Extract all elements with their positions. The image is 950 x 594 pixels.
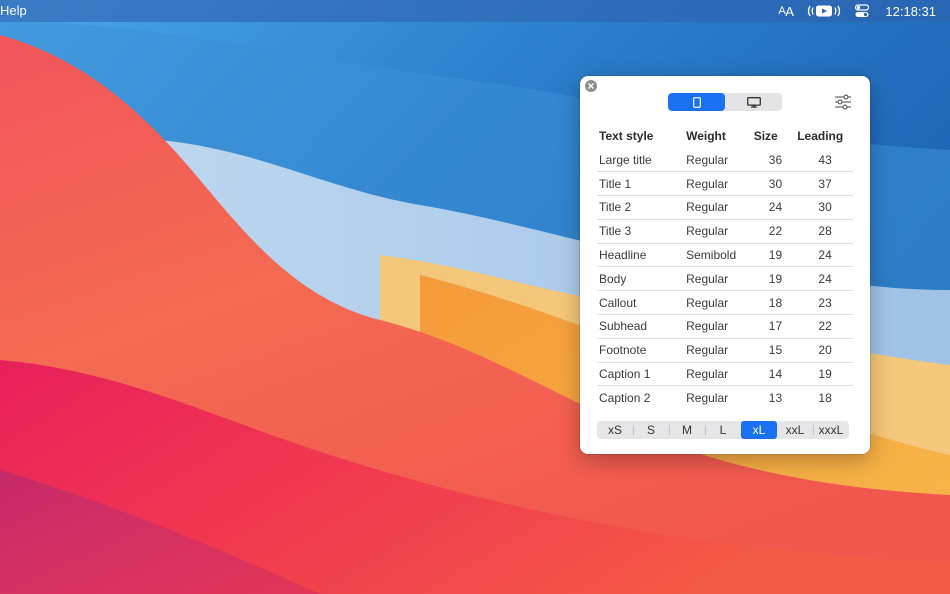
cell-weight: Regular (686, 152, 729, 167)
cell-size: 22 (753, 218, 798, 244)
size-option-xxxl[interactable]: xxxL (813, 421, 849, 439)
cell-size: 36 (768, 152, 783, 167)
cell-leading: 37 (797, 171, 853, 196)
table-row: Large title Regular 36 43 (597, 148, 853, 172)
column-header-text-style: Text style (599, 129, 654, 143)
table-row: Title 2 Regular 24 30 (597, 195, 853, 220)
table-row: Caption 2 Regular 13 18 (597, 385, 853, 410)
size-option-xs[interactable]: xS (597, 421, 633, 439)
text-styles-popover: Text style Weight Size Leading Large tit… (580, 76, 870, 454)
cell-leading: 24 (797, 242, 853, 267)
cell-text-style: Title 3 (597, 218, 685, 244)
table-row: Title 3 Regular 22 28 (597, 218, 853, 244)
menu-help[interactable]: Help (0, 3, 27, 18)
text-size-icon[interactable]: AA (778, 3, 794, 19)
cell-leading: 24 (797, 266, 853, 291)
cell-text-style: Body (597, 266, 685, 291)
cell-text-style: Subhead (597, 314, 685, 339)
tab-desktop[interactable] (725, 93, 782, 111)
tab-iphone[interactable] (668, 93, 725, 111)
table-row: Footnote Regular 15 20 (597, 337, 853, 363)
device-segmented-control (668, 93, 782, 111)
cell-leading: 23 (797, 290, 853, 315)
cell-text-style: Title 1 (597, 171, 685, 196)
desktop-icon (746, 96, 761, 108)
cell-leading: 30 (797, 195, 853, 220)
cell-weight: Regular (684, 314, 754, 339)
table-row: Caption 1 Regular 14 19 (597, 361, 853, 386)
cell-weight: Regular (684, 361, 754, 386)
table-row: Title 1 Regular 30 37 (597, 171, 853, 196)
menu-bar: Help AA 12:18:31 (0, 0, 950, 22)
cell-leading: 18 (797, 385, 853, 410)
cell-leading: 43 (818, 152, 832, 167)
cell-text-style: Title 2 (597, 195, 685, 220)
cell-weight: Regular (684, 218, 754, 244)
cell-leading: 22 (797, 314, 853, 339)
settings-button[interactable] (834, 94, 852, 110)
now-playing-icon[interactable] (807, 3, 841, 19)
column-header-size: Size (753, 129, 778, 143)
menu-bar-clock[interactable]: 12:18:31 (885, 4, 936, 19)
size-option-xl[interactable]: xL (741, 421, 777, 439)
cell-size: 18 (753, 290, 798, 315)
cell-text-style: Headline (597, 242, 685, 267)
table-row: Body Regular 19 24 (597, 266, 853, 291)
cell-text-style: Caption 1 (597, 361, 685, 386)
menu-bar-extras: AA 12:18:31 (778, 0, 936, 22)
cell-text-style: Large title (599, 152, 652, 167)
cell-weight: Regular (684, 290, 754, 315)
close-button[interactable] (585, 80, 597, 92)
size-option-l[interactable]: L (705, 421, 741, 439)
cell-leading: 19 (797, 361, 853, 386)
close-icon (588, 83, 594, 89)
cell-weight: Regular (684, 385, 754, 410)
cell-weight: Regular (684, 195, 754, 220)
cell-size: 14 (753, 361, 798, 386)
cell-weight: Regular (684, 171, 754, 196)
cell-weight: Regular (684, 337, 754, 363)
cell-weight: Regular (684, 266, 754, 291)
cell-leading: 28 (797, 218, 853, 244)
cell-size: 19 (753, 266, 798, 291)
cell-text-style: Callout (597, 290, 685, 315)
size-option-xxl[interactable]: xxL (777, 421, 813, 439)
cell-size: 13 (753, 385, 798, 410)
table-header-row: Text style Weight Size Leading (597, 124, 853, 148)
cell-text-style: Caption 2 (597, 385, 685, 410)
cell-size: 17 (753, 314, 798, 339)
text-styles-table: Text style Weight Size Leading Large tit… (597, 124, 853, 410)
cell-size: 19 (753, 242, 798, 267)
size-option-s[interactable]: S (633, 421, 669, 439)
table-row: Subhead Regular 17 22 (597, 314, 853, 339)
cell-leading: 20 (797, 337, 853, 363)
dynamic-type-size-selector: xS S M LxL xxL xxxL (597, 421, 849, 439)
cell-size: 30 (753, 171, 798, 196)
control-center-icon[interactable] (855, 3, 870, 19)
size-option-m[interactable]: M (669, 421, 705, 439)
cell-text-style: Footnote (597, 337, 685, 363)
sliders-icon (835, 94, 851, 110)
column-header-weight: Weight (686, 129, 726, 143)
table-row: Callout Regular 18 23 (597, 290, 853, 315)
cell-weight: Semibold (684, 242, 754, 267)
cell-size: 24 (753, 195, 798, 220)
table-row: Headline Semibold 19 24 (597, 242, 853, 267)
iphone-icon (692, 96, 701, 108)
cell-size: 15 (753, 337, 798, 363)
column-header-leading: Leading (797, 129, 844, 143)
